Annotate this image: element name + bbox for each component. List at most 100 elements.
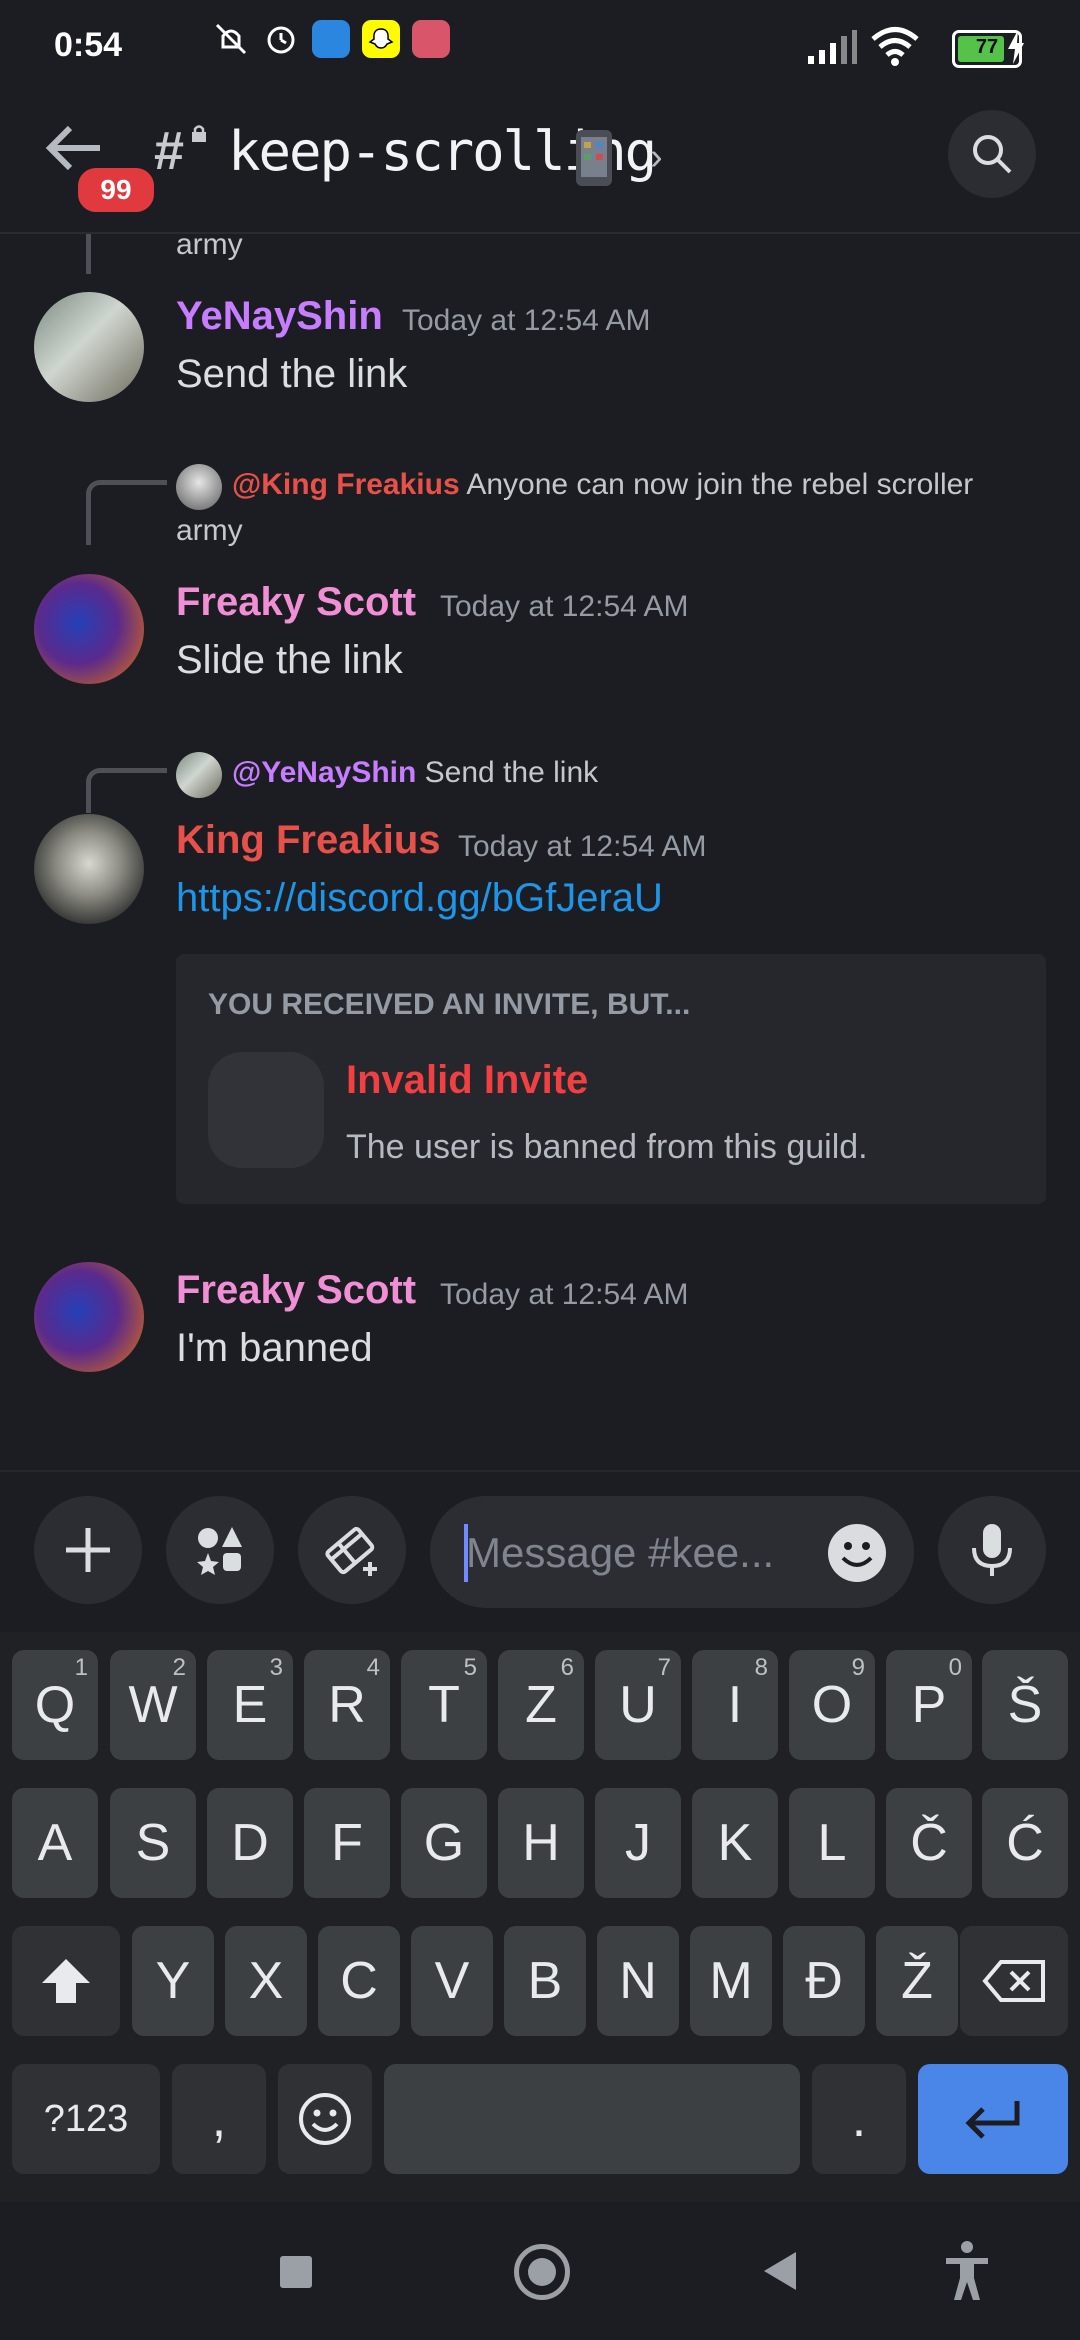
smiley-icon (841, 1542, 873, 1567)
key-z-caron[interactable]: Ž (876, 1926, 958, 2036)
key-f[interactable]: F (304, 1788, 390, 1898)
key-n[interactable]: N (597, 1926, 679, 2036)
enter-key[interactable] (918, 2064, 1068, 2174)
key-u[interactable]: U7 (595, 1650, 681, 1760)
voice-message-button[interactable] (938, 1496, 1046, 1604)
shift-key[interactable] (12, 1926, 120, 2036)
unread-badge: 99 (74, 164, 158, 216)
invite-link[interactable]: https://discord.gg/bGfJeraU (176, 876, 663, 921)
key-g[interactable]: G (401, 1788, 487, 1898)
reply-preview[interactable]: @King Freakius Anyone can now join the r… (232, 468, 973, 502)
search-button[interactable] (948, 110, 1036, 198)
symbols-key[interactable]: ?123 (12, 2064, 160, 2174)
emoji-button[interactable] (828, 1524, 886, 1582)
text-cursor (464, 1524, 468, 1582)
triangle-back-icon (764, 2252, 796, 2290)
message-text[interactable]: Slide the link (176, 638, 403, 683)
on-screen-keyboard: Q1 W2 E3 R4 T5 Z6 U7 I8 O9 P0 Š A S D F … (0, 1632, 1080, 2202)
key-z[interactable]: Z6 (498, 1650, 584, 1760)
game-app-icon (412, 20, 450, 58)
backspace-key[interactable] (960, 1926, 1068, 2036)
avatar[interactable] (34, 574, 144, 684)
recents-button[interactable] (280, 2256, 312, 2288)
home-button[interactable] (514, 2244, 570, 2300)
apps-button[interactable] (166, 1496, 274, 1604)
apps-icon (197, 1527, 242, 1575)
key-y[interactable]: Y (132, 1926, 214, 2036)
period-key[interactable]: . (812, 2064, 906, 2174)
notification-icons (130, 20, 450, 58)
smiley-icon (299, 2093, 351, 2145)
status-bar: 0:54 77 (0, 0, 1080, 96)
username[interactable]: Freaky Scott (176, 580, 416, 625)
gift-icon (325, 1526, 377, 1576)
avatar[interactable] (34, 1262, 144, 1372)
accessibility-button[interactable] (944, 2240, 990, 2307)
message-input[interactable] (464, 1522, 798, 1584)
key-h[interactable]: H (498, 1788, 584, 1898)
key-d-stroke[interactable]: Đ (783, 1926, 865, 2036)
signal-icon (806, 28, 858, 71)
search-icon (973, 135, 1012, 174)
reply-connector (86, 480, 167, 545)
home-icon (528, 2258, 556, 2286)
message-timestamp: Today at 12:54 AM (440, 1278, 689, 1311)
message-text[interactable]: Send the link (176, 352, 407, 397)
key-d[interactable]: D (207, 1788, 293, 1898)
mute-icon (212, 20, 250, 58)
space-key[interactable] (384, 2064, 800, 2174)
key-q[interactable]: Q1 (12, 1650, 98, 1760)
avatar[interactable] (34, 814, 144, 924)
key-o[interactable]: O9 (789, 1650, 875, 1760)
key-v[interactable]: V (411, 1926, 493, 2036)
plus-icon (66, 1528, 110, 1572)
system-back-button[interactable] (760, 2248, 800, 2299)
key-a[interactable]: A (12, 1788, 98, 1898)
username[interactable]: King Freakius (176, 818, 441, 863)
key-e[interactable]: E3 (207, 1650, 293, 1760)
gift-button[interactable] (298, 1496, 406, 1604)
message-timestamp: Today at 12:54 AM (402, 304, 651, 337)
key-k[interactable]: K (692, 1788, 778, 1898)
key-l[interactable]: L (789, 1788, 875, 1898)
emoji-key[interactable] (278, 2064, 372, 2174)
clock: 0:54 (54, 26, 123, 64)
reply-preview-text: Send the link (424, 756, 599, 789)
username[interactable]: YeNayShin (176, 294, 383, 339)
key-s[interactable]: S (110, 1788, 196, 1898)
key-s-caron[interactable]: Š (982, 1650, 1068, 1760)
shift-icon (42, 1959, 90, 2003)
app-notification-icon (312, 20, 350, 58)
key-c-caron[interactable]: Č (886, 1788, 972, 1898)
key-b[interactable]: B (504, 1926, 586, 2036)
reply-preview-text: army (176, 514, 243, 547)
add-attachment-button[interactable] (34, 1496, 142, 1604)
key-i[interactable]: I8 (692, 1650, 778, 1760)
backspace-icon (982, 1960, 1045, 2002)
reply-preview[interactable]: @YeNayShin Send the link (232, 756, 598, 790)
username[interactable]: Freaky Scott (176, 1268, 416, 1313)
key-c[interactable]: C (318, 1926, 400, 2036)
key-r[interactable]: R4 (304, 1650, 390, 1760)
key-j[interactable]: J (595, 1788, 681, 1898)
microphone-icon (972, 1524, 1012, 1576)
reply-mention: @YeNayShin (232, 756, 417, 789)
lock-icon (190, 124, 208, 142)
key-t[interactable]: T5 (401, 1650, 487, 1760)
key-w[interactable]: W2 (110, 1650, 196, 1760)
enter-arrow-icon (965, 2101, 1020, 2139)
invite-title: Invalid Invite (346, 1058, 589, 1102)
key-x[interactable]: X (225, 1926, 307, 2036)
hashtag-icon: # (154, 121, 185, 181)
chevron-right-icon[interactable]: › (650, 136, 663, 179)
reply-preview-text: army (176, 234, 243, 261)
guild-icon-placeholder (208, 1052, 324, 1168)
message-text[interactable]: I'm banned (176, 1326, 373, 1371)
comma-key[interactable]: , (172, 2064, 266, 2174)
wifi-icon (870, 26, 920, 71)
key-c-acute[interactable]: Ć (982, 1788, 1068, 1898)
key-p[interactable]: P0 (886, 1650, 972, 1760)
avatar[interactable] (34, 292, 144, 402)
phone-emoji-icon (574, 128, 614, 193)
key-m[interactable]: M (690, 1926, 772, 2036)
